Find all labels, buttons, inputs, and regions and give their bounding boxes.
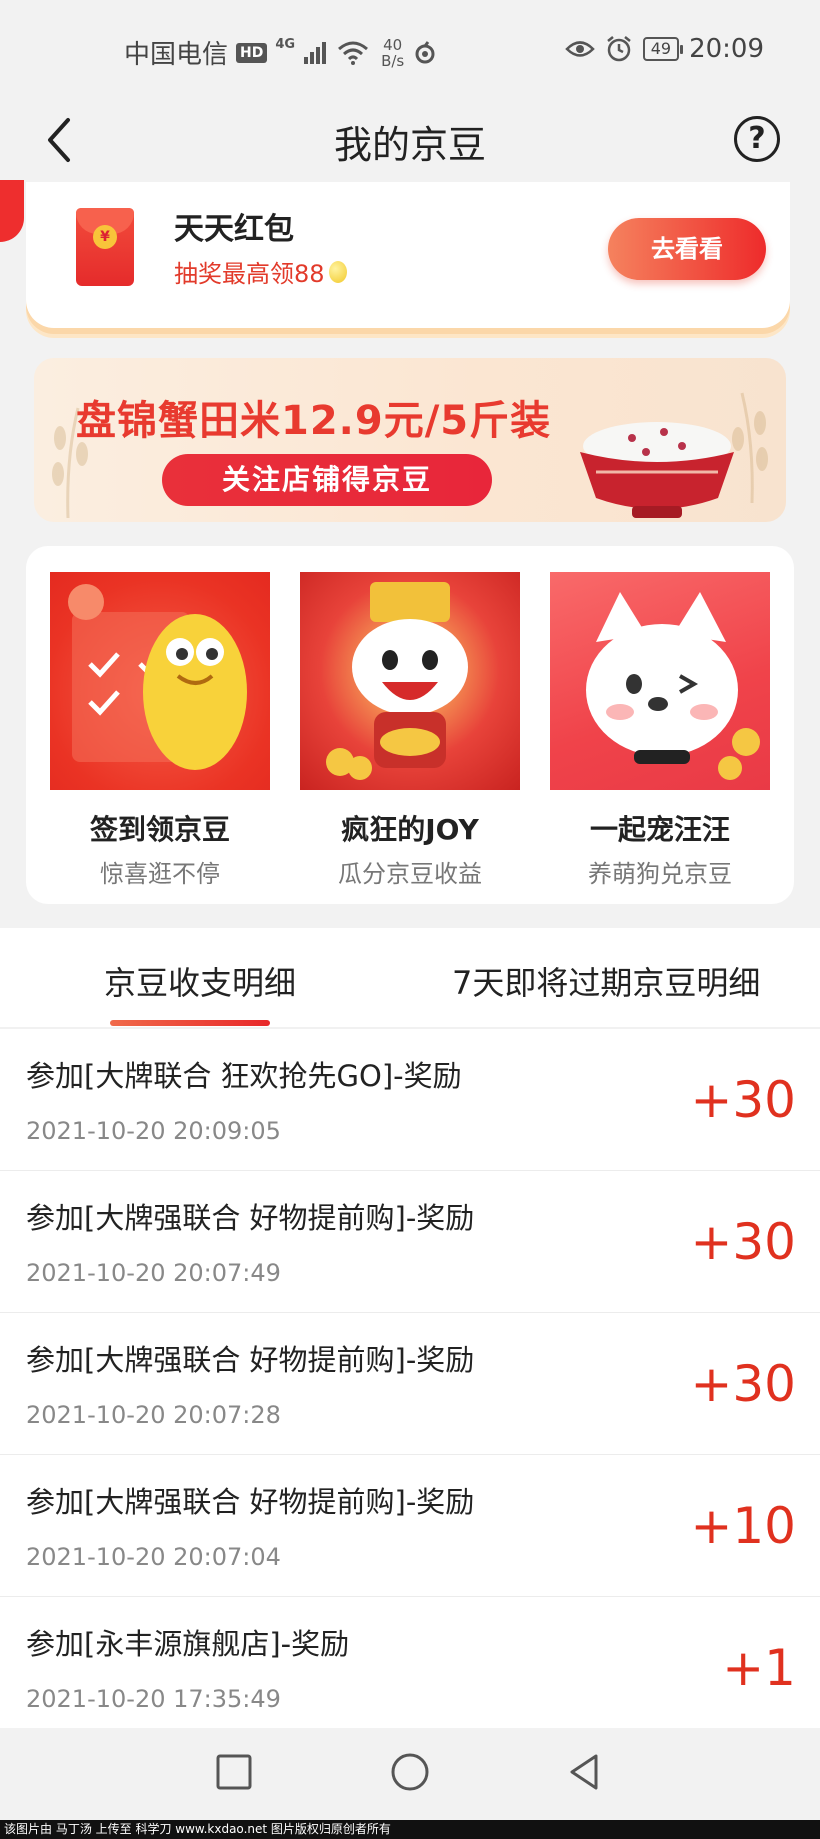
banner-title: 盘锦蟹田米12.9元/5斤装 <box>76 398 552 444</box>
nav-bar: 我的京豆 ? <box>0 100 820 180</box>
yuan-coin-icon: ¥ <box>93 225 117 249</box>
hongbao-title: 天天红包 <box>174 212 294 247</box>
wifi-icon <box>338 41 369 65</box>
cell-signal-icon <box>304 41 327 64</box>
list-item[interactable]: 参加[大牌强联合 好物提前购]-奖励 2021-10-20 20:07:04 +… <box>0 1455 820 1597</box>
network-speed: 40 B/s <box>381 37 404 69</box>
alarm-icon <box>606 36 631 62</box>
follow-store-button[interactable]: 关注店铺得京豆 <box>162 454 492 506</box>
list-item[interactable]: 参加[大牌强联合 好物提前购]-奖励 2021-10-20 20:07:49 +… <box>0 1171 820 1313</box>
game-crazy-joy[interactable]: 疯狂的JOY 瓜分京豆收益 <box>300 572 520 889</box>
page-title: 我的京豆 <box>333 123 486 167</box>
games-card: 签到领京豆 惊喜逛不停 疯狂的JOY 瓜分京豆收益 一起宠汪汪 养萌狗兑京豆 <box>26 546 794 904</box>
record-amount: +30 <box>690 1071 796 1129</box>
game-subtitle: 惊喜逛不停 <box>100 860 220 888</box>
jingdou-bean-icon <box>328 260 347 283</box>
crazy-joy-illustration <box>300 572 520 790</box>
eye-icon <box>564 41 595 57</box>
game-subtitle: 瓜分京豆收益 <box>338 860 482 888</box>
pet-dog-illustration <box>550 572 770 790</box>
record-amount: +30 <box>690 1213 796 1271</box>
bean-detail-section: 京豆收支明细 7天即将过期京豆明细 参加[大牌联合 狂欢抢先GO]-奖励 202… <box>0 928 820 1728</box>
game-checkin[interactable]: 签到领京豆 惊喜逛不停 <box>50 572 270 889</box>
red-side-tab <box>0 180 24 242</box>
record-title: 参加[大牌强联合 好物提前购]-奖励 <box>26 1201 475 1235</box>
status-right: 49 20:09 <box>564 34 764 64</box>
record-amount: +30 <box>690 1355 796 1413</box>
hongbao-subtitle: 抽奖最高领88 <box>174 254 347 289</box>
list-item[interactable]: 参加[大牌联合 狂欢抢先GO]-奖励 2021-10-20 20:09:05 +… <box>0 1029 820 1171</box>
daily-hongbao-card[interactable]: ¥ 天天红包 抽奖最高领88 去看看 <box>26 182 790 328</box>
list-item[interactable]: 参加[永丰源旗舰店]-奖励 2021-10-20 17:35:49 +1 <box>0 1597 820 1739</box>
list-item[interactable]: 参加[大牌强联合 好物提前购]-奖励 2021-10-20 20:07:28 +… <box>0 1313 820 1455</box>
back-triangle-icon[interactable] <box>562 1750 606 1794</box>
clock-time: 20:09 <box>689 34 764 64</box>
active-tab-indicator <box>110 1020 270 1026</box>
network-speed-value: 40 <box>383 35 403 54</box>
record-amount: +10 <box>690 1497 796 1555</box>
record-time: 2021-10-20 17:35:49 <box>26 1685 281 1713</box>
watermark-bar: 该图片由 马丁汤 上传至 科学刀 www.kxdao.net 图片版权归原创者所… <box>0 1820 820 1839</box>
recent-apps-icon[interactable] <box>212 1750 256 1794</box>
go-see-button[interactable]: 去看看 <box>608 218 766 280</box>
battery-icon: 49 <box>642 37 684 61</box>
game-pet-dog[interactable]: 一起宠汪汪 养萌狗兑京豆 <box>550 572 770 889</box>
game-title: 疯狂的JOY <box>341 813 479 846</box>
record-title: 参加[大牌联合 狂欢抢先GO]-奖励 <box>26 1059 462 1093</box>
tab-income-expense[interactable]: 京豆收支明细 <box>104 958 296 1004</box>
record-title: 参加[大牌强联合 好物提前购]-奖励 <box>26 1485 475 1519</box>
help-icon[interactable]: ? <box>734 116 780 162</box>
swirl-icon <box>415 40 435 63</box>
home-icon[interactable] <box>388 1750 432 1794</box>
record-amount: +1 <box>722 1639 796 1697</box>
status-left: 中国电信 HD 4G 40 B/s <box>124 34 438 71</box>
rice-bowl-icon <box>580 422 734 518</box>
record-time: 2021-10-20 20:07:28 <box>26 1401 281 1429</box>
carrier-label: 中国电信 <box>124 40 229 70</box>
calendar-bean-icon <box>68 584 247 770</box>
record-time: 2021-10-20 20:09:05 <box>26 1117 281 1145</box>
network-speed-unit: B/s <box>381 51 405 70</box>
game-title: 一起宠汪汪 <box>589 813 730 846</box>
checkin-illustration <box>50 572 270 790</box>
detail-tabs: 京豆收支明细 7天即将过期京豆明细 <box>0 928 820 1029</box>
record-title: 参加[永丰源旗舰店]-奖励 <box>26 1627 350 1661</box>
promo-banner[interactable]: 盘锦蟹田米12.9元/5斤装 关注店铺得京豆 <box>34 358 786 522</box>
network-type-label: 4G <box>275 37 296 52</box>
tab-expiring-7days[interactable]: 7天即将过期京豆明细 <box>452 958 760 1004</box>
status-bar: 中国电信 HD 4G 40 B/s 49 20:09 <box>0 0 820 100</box>
game-title: 签到领京豆 <box>89 813 230 846</box>
joy-dog-icon <box>326 582 468 780</box>
hongbao-subtitle-text: 抽奖最高领88 <box>174 260 325 288</box>
red-envelope-icon: ¥ <box>76 208 134 286</box>
white-puppy-icon <box>586 592 760 780</box>
hd-icon: HD <box>236 42 268 63</box>
record-title: 参加[大牌强联合 好物提前购]-奖励 <box>26 1343 475 1377</box>
game-subtitle: 养萌狗兑京豆 <box>588 860 732 888</box>
system-nav-bar <box>0 1728 820 1820</box>
record-time: 2021-10-20 20:07:04 <box>26 1543 281 1571</box>
record-time: 2021-10-20 20:07:49 <box>26 1259 281 1287</box>
